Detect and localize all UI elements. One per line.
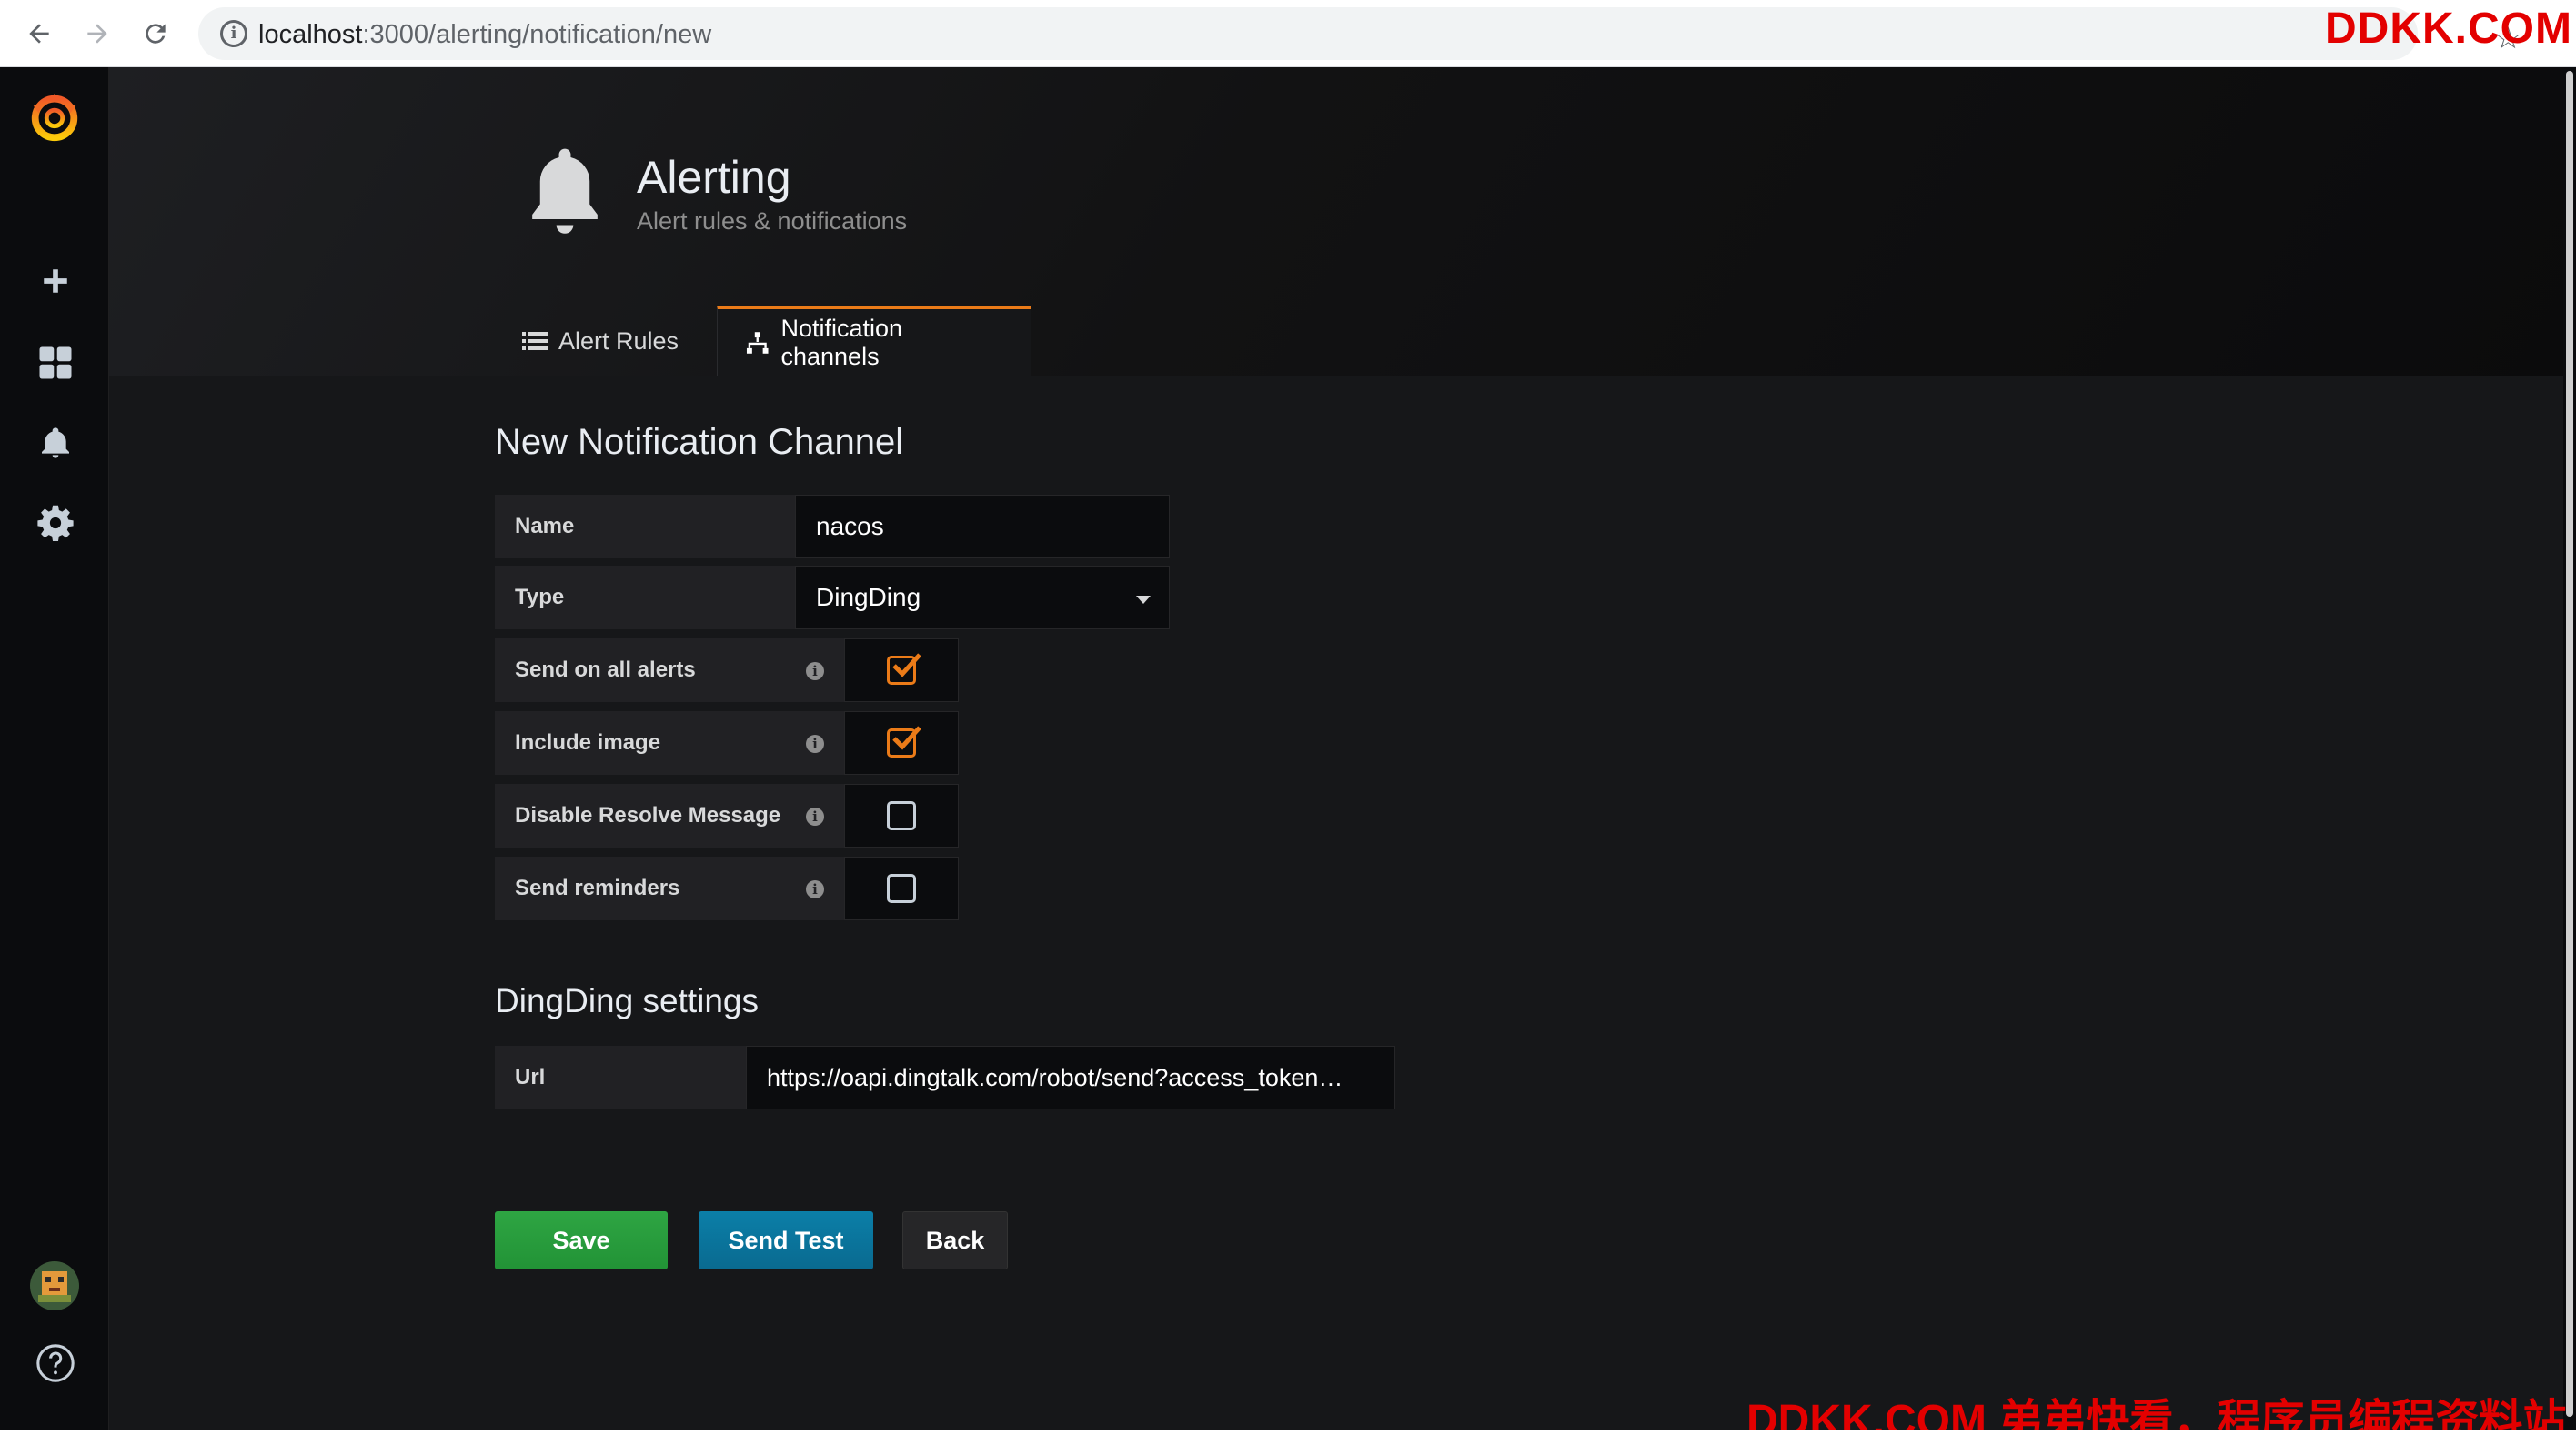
caret-down-icon [1136,596,1151,604]
send-test-button[interactable]: Send Test [699,1211,873,1269]
info-icon[interactable]: i [806,662,824,680]
tab-alert-rules[interactable]: Alert Rules [495,306,706,376]
option-send-reminders: Send reminders i [495,857,959,920]
gear-icon[interactable] [33,500,78,546]
forward-arrow-icon[interactable] [75,11,120,56]
type-select-value: DingDing [816,583,921,611]
name-row: Name nacos [495,495,1170,558]
info-icon[interactable]: i [806,735,824,753]
url-text: localhost:3000/alerting/notification/new [258,20,712,49]
info-icon[interactable]: i [806,880,824,898]
option-include-image: Include image i [495,711,959,775]
type-label: Type [495,566,795,629]
name-label: Name [495,495,795,558]
disable-resolve-message-checkbox[interactable] [844,784,959,848]
form-title: New Notification Channel [495,422,904,462]
page-header: Alerting Alert rules & notifications Ale… [109,67,2565,376]
alerting-header-bell-icon [526,146,604,245]
address-bar[interactable]: i localhost:3000/alerting/notification/n… [198,7,2521,60]
include-image-checkbox[interactable] [844,711,959,775]
option-label: Send on all alerts [515,657,696,682]
option-label: Disable Resolve Message [515,803,781,828]
dashboards-icon[interactable] [33,340,78,386]
page-subtitle: Alert rules & notifications [637,207,908,235]
url-row: Url https://oapi.dingtalk.com/robot/send… [495,1046,1395,1109]
url-input[interactable]: https://oapi.dingtalk.com/robot/send?acc… [746,1046,1395,1109]
scrollbar[interactable] [2563,67,2576,1435]
reload-icon[interactable] [133,11,178,56]
type-row: Type DingDing [495,566,1170,629]
option-disable-resolve-message: Disable Resolve Message i [495,784,959,848]
page-title: Alerting [637,152,791,203]
send-reminders-checkbox[interactable] [844,857,959,920]
checkbox-unchecked [887,801,916,830]
checkbox-unchecked [887,874,916,903]
sidebar [0,67,109,1435]
scrollbar-thumb[interactable] [2566,71,2573,1417]
alerting-bell-icon[interactable] [33,420,78,466]
type-select[interactable]: DingDing [795,566,1170,629]
sitemap-icon [746,332,769,354]
tab-label: Notification channels [780,315,903,370]
watermark-bottom: DDKK.COM 弟弟快看，程序员编程资料站 [1746,1397,2567,1435]
checkbox-checked [887,653,921,685]
name-input[interactable]: nacos [795,495,1170,558]
user-avatar[interactable] [29,1260,80,1311]
tab-notification-channels[interactable]: Notification channels [717,306,1031,376]
save-button[interactable]: Save [495,1211,668,1269]
send-on-all-alerts-checkbox[interactable] [844,638,959,702]
grafana-logo-icon[interactable] [25,87,84,146]
info-icon[interactable]: i [806,808,824,826]
option-label: Send reminders [515,876,680,900]
watermark-top: DDKK.COM [2325,5,2572,53]
back-button[interactable]: Back [902,1211,1008,1269]
settings-title: DingDing settings [495,982,759,1019]
bottom-edge [0,1430,2576,1435]
help-icon[interactable] [33,1340,78,1386]
plus-icon[interactable] [33,258,78,304]
checkbox-checked [887,726,921,758]
option-label: Include image [515,730,661,755]
list-icon [522,332,548,350]
info-icon[interactable]: i [220,20,247,47]
url-label: Url [495,1046,746,1109]
back-arrow-icon[interactable] [16,11,62,56]
tab-label: Alert Rules [558,326,679,355]
main-content: Alerting Alert rules & notifications Ale… [109,67,2565,1435]
browser-toolbar: i localhost:3000/alerting/notification/n… [0,0,2576,67]
option-send-on-all-alerts: Send on all alerts i [495,638,959,702]
